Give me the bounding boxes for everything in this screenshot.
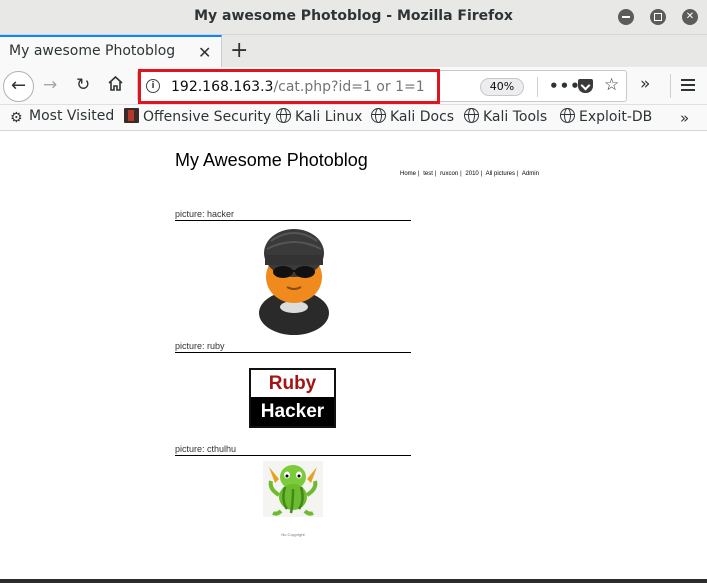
new-tab-button[interactable]: + (230, 38, 248, 63)
bookmarks-overflow-icon[interactable]: » (680, 109, 689, 127)
site-nav: Home | test | ruxcon | 2010 | All pictures | … (400, 171, 539, 177)
maximize-button[interactable] (650, 9, 666, 25)
cthulhu-picture[interactable] (263, 461, 323, 517)
menu-separator (670, 74, 671, 98)
ruby-hacker-picture[interactable]: Ruby Hacker (249, 368, 336, 428)
window-titlebar: My awesome Photoblog - Mozilla Firefox ✕ (0, 0, 707, 35)
home-button[interactable] (107, 75, 124, 97)
picture-label-cthulhu: picture: cthulhu (175, 444, 411, 456)
tab-photoblog[interactable]: My awesome Photoblog ✕ (0, 35, 222, 67)
globe-icon (371, 108, 386, 123)
navigation-toolbar: ← → ↻ i 192.168.163.3/cat.php?id=1 or 1=… (0, 67, 707, 105)
bookmark-exploit-db[interactable]: Exploit-DB (560, 108, 652, 125)
menu-icon[interactable] (681, 79, 695, 94)
hacker-image-text: Hacker (251, 397, 334, 426)
bookmark-star-icon[interactable]: ☆ (604, 75, 619, 95)
nav-link-ruxcon[interactable]: ruxcon (440, 171, 458, 177)
toolbar-overflow-icon[interactable]: » (640, 74, 650, 94)
urlbar-separator (537, 77, 538, 97)
site-info-icon[interactable]: i (146, 79, 160, 93)
forward-button[interactable]: → (43, 75, 57, 95)
nav-link-test[interactable]: test (423, 171, 433, 177)
bookmarks-toolbar: ⚙ Most Visited Offensive Security Kali Li… (0, 105, 707, 131)
nav-link-2010[interactable]: 2010 (465, 171, 478, 177)
url-path: /cat.php?id=1 or 1=1 (273, 79, 425, 95)
bookmark-kali-docs[interactable]: Kali Docs (371, 108, 454, 125)
picture-label-hacker: picture: hacker (175, 209, 411, 221)
nav-link-home[interactable]: Home (400, 171, 416, 177)
page-actions-icon[interactable]: ••• (549, 77, 581, 95)
url-host: 192.168.163.3 (171, 79, 274, 95)
globe-icon (560, 108, 575, 123)
url-bar[interactable]: i 192.168.163.3/cat.php?id=1 or 1=1 40% … (137, 69, 627, 104)
window-bottom-border (0, 579, 707, 583)
url-text[interactable]: 192.168.163.3/cat.php?id=1 or 1=1 (171, 79, 425, 95)
close-window-button[interactable]: ✕ (682, 9, 698, 25)
nav-link-all-pictures[interactable]: All pictures (486, 171, 515, 177)
window-title: My awesome Photoblog - Mozilla Firefox (194, 8, 513, 24)
hacker-picture[interactable] (257, 227, 331, 335)
bookmark-kali-linux[interactable]: Kali Linux (276, 108, 362, 125)
reload-button[interactable]: ↻ (76, 75, 90, 95)
bookmark-most-visited[interactable]: ⚙ Most Visited (10, 108, 114, 126)
tab-title: My awesome Photoblog (9, 43, 176, 59)
tab-close-icon[interactable]: ✕ (198, 43, 211, 62)
offsec-icon (124, 108, 139, 123)
picture-label-ruby: picture: ruby (175, 341, 411, 353)
globe-icon (464, 108, 479, 123)
bookmark-offensive-security[interactable]: Offensive Security (124, 108, 271, 125)
nav-link-admin[interactable]: Admin (522, 171, 539, 177)
globe-icon (276, 108, 291, 123)
web-page: My Awesome Photoblog Home | test | ruxcon |… (0, 132, 707, 581)
ruby-image-text: Ruby (268, 373, 317, 394)
back-button[interactable]: ← (3, 71, 34, 102)
pocket-icon[interactable] (578, 79, 593, 93)
page-footer: No Copyright (281, 532, 305, 537)
zoom-indicator[interactable]: 40% (480, 78, 524, 96)
page-title: My Awesome Photoblog (175, 150, 368, 170)
gear-icon: ⚙ (10, 110, 23, 126)
bookmark-kali-tools[interactable]: Kali Tools (464, 108, 547, 125)
home-icon (108, 75, 123, 91)
tab-strip: My awesome Photoblog ✕ + (0, 35, 707, 67)
minimize-button[interactable] (618, 9, 634, 25)
